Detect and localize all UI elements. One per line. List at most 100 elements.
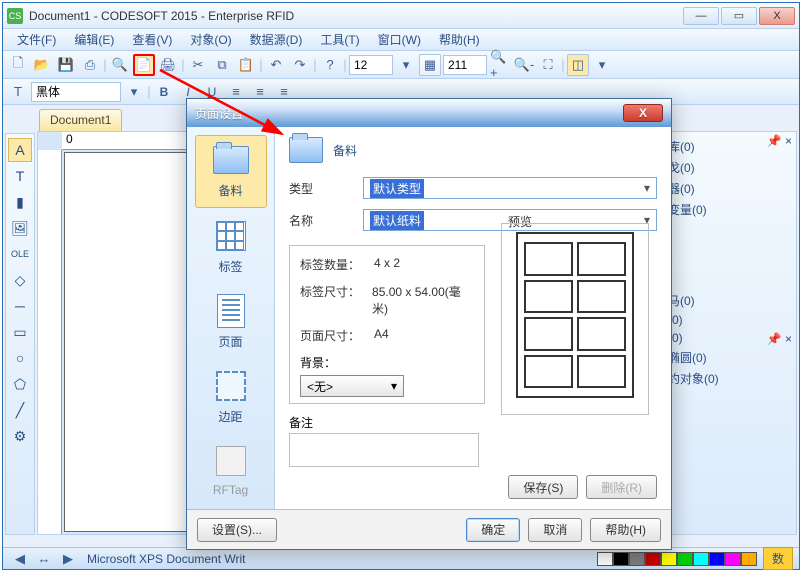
status-icon[interactable]: ▶ [57, 548, 79, 570]
cancel-button[interactable]: 取消 [528, 518, 582, 542]
menu-help[interactable]: 帮助(H) [431, 29, 488, 50]
color-swatch[interactable] [709, 552, 725, 566]
dropdown2-icon[interactable]: ▾ [591, 54, 613, 76]
zoom-in-icon[interactable]: 🔍+ [489, 54, 511, 76]
color-swatch[interactable] [597, 552, 613, 566]
bold-icon[interactable]: B [153, 81, 175, 103]
undo-icon[interactable]: ↶ [265, 54, 287, 76]
status-icon[interactable]: ↔ [33, 548, 55, 570]
save-stock-button[interactable]: 保存(S) [508, 475, 578, 499]
toolbar-main: 🗋 📂 💾 ⎙ | 🔍 📄 🖨 | ✂ ⧉ 📋 | ↶ ↷ | ? | ▾ ▦ … [3, 51, 799, 79]
panel-item[interactable]: 器(0) [668, 178, 792, 199]
type-select[interactable]: 默认类型 ▾ [363, 177, 657, 199]
zoom-out-icon[interactable]: 🔍- [513, 54, 535, 76]
font-dropdown-icon[interactable]: ▾ [123, 81, 145, 103]
nav-stock[interactable]: 备料 [195, 135, 267, 208]
save-icon[interactable]: 💾 [55, 54, 77, 76]
color-swatch[interactable] [613, 552, 629, 566]
poly-tool-icon[interactable]: ⬠ [8, 372, 32, 396]
nav-page[interactable]: 页面 [195, 287, 267, 358]
menu-file[interactable]: 文件(F) [9, 29, 64, 50]
copy-icon[interactable]: ⧉ [211, 54, 233, 76]
select-tool-icon[interactable]: A [8, 138, 32, 162]
menu-object[interactable]: 对象(O) [182, 29, 239, 50]
grid-toggle-icon[interactable]: ▦ [419, 54, 441, 76]
text-tool-icon[interactable]: T [8, 164, 32, 188]
circle-tool-icon[interactable]: ○ [8, 346, 32, 370]
menu-edit[interactable]: 编辑(E) [66, 29, 122, 50]
help-icon[interactable]: ? [319, 54, 341, 76]
menu-tool[interactable]: 工具(T) [312, 29, 367, 50]
menu-datasource[interactable]: 数据源(D) [242, 29, 311, 50]
barcode-tool-icon[interactable]: ▮ [8, 190, 32, 214]
color-swatch[interactable] [629, 552, 645, 566]
panel-item[interactable]: 戈(0) [668, 157, 792, 178]
text-format-icon[interactable]: T [7, 81, 29, 103]
delete-stock-button: 删除(R) [586, 475, 657, 499]
grid-icon [216, 221, 246, 251]
color-swatch[interactable] [725, 552, 741, 566]
remark-input[interactable] [289, 433, 479, 467]
name-label: 名称 [289, 212, 363, 229]
zoom-input[interactable] [443, 55, 487, 75]
menu-window[interactable]: 窗口(W) [370, 29, 429, 50]
help-button[interactable]: 帮助(H) [590, 518, 661, 542]
nav-label[interactable]: 标签 [195, 212, 267, 283]
label-canvas[interactable] [64, 152, 204, 532]
pin-icon[interactable]: 📌 × [767, 332, 792, 346]
print-preview-icon[interactable]: 🔍 [109, 54, 131, 76]
color-swatch[interactable] [645, 552, 661, 566]
image-tool-icon[interactable]: 🖼 [8, 216, 32, 240]
paste-icon[interactable]: 📋 [235, 54, 257, 76]
label-count-value: 4 x 2 [374, 256, 400, 273]
background-select[interactable]: <无> ▾ [300, 375, 404, 397]
plugin-tool-icon[interactable]: ⚙ [8, 424, 32, 448]
font-size-input[interactable] [349, 55, 393, 75]
dialog-close-button[interactable]: X [623, 104, 663, 122]
color-swatch[interactable] [693, 552, 709, 566]
ole-tool-icon[interactable]: OLE [8, 242, 32, 266]
font-name-input[interactable] [31, 82, 121, 102]
color-swatch[interactable] [661, 552, 677, 566]
print-icon[interactable]: 🖨 [157, 54, 179, 76]
panel-item[interactable]: 约对象(0) [668, 368, 792, 389]
close-button[interactable]: X [759, 7, 795, 25]
panel-item[interactable]: 变量(0) [668, 199, 792, 220]
dialog-content: 备料 类型 默认类型 ▾ 名称 默认纸料 ▾ 标签数量：4 x 2 标签尺寸：8… [275, 127, 671, 509]
color-swatch[interactable] [677, 552, 693, 566]
dropdown-icon[interactable]: ▾ [395, 54, 417, 76]
nav-margin[interactable]: 边距 [195, 362, 267, 433]
line-tool-icon[interactable]: ─ [8, 294, 32, 318]
ok-button[interactable]: 确定 [466, 518, 520, 542]
zoom-fit-icon[interactable]: ⛶ [537, 54, 559, 76]
new-icon[interactable]: 🗋 [7, 54, 29, 76]
type-label: 类型 [289, 180, 363, 197]
dialog-titlebar: 页面设置 X [187, 99, 671, 127]
window-title: Document1 - CODESOFT 2015 - Enterprise R… [29, 9, 294, 23]
page-size-value: A4 [374, 327, 389, 344]
page-icon [217, 294, 245, 328]
panel-item[interactable]: 椭圆(0) [668, 347, 792, 368]
saveall-icon[interactable]: ⎙ [79, 54, 101, 76]
menu-view[interactable]: 查看(V) [124, 29, 180, 50]
status-icon[interactable]: ◀ [9, 548, 31, 570]
dialog-nav: 备料 标签 页面 边距 RFTag [187, 127, 275, 509]
minimize-button[interactable]: — [683, 7, 719, 25]
open-icon[interactable]: 📂 [31, 54, 53, 76]
document-tab[interactable]: Document1 [39, 109, 122, 131]
color-swatch[interactable] [741, 552, 757, 566]
pin-icon[interactable]: 📌 × [767, 134, 792, 148]
rect-tool-icon[interactable]: ▭ [8, 320, 32, 344]
panel-item[interactable]: (0) [668, 311, 792, 329]
diag-tool-icon[interactable]: ╱ [8, 398, 32, 422]
shape-tool-icon[interactable]: ◇ [8, 268, 32, 292]
maximize-button[interactable]: ▭ [721, 7, 757, 25]
redo-icon[interactable]: ↷ [289, 54, 311, 76]
settings-button[interactable]: 设置(S)... [197, 518, 277, 542]
cut-icon[interactable]: ✂ [187, 54, 209, 76]
panel-item[interactable]: 马(0) [668, 290, 792, 311]
page-setup-button[interactable]: 📄 [133, 54, 155, 76]
nav-rftag[interactable]: RFTag [195, 437, 267, 505]
chevron-down-icon: ▾ [644, 181, 650, 195]
palette-icon[interactable]: ◫ [567, 54, 589, 76]
